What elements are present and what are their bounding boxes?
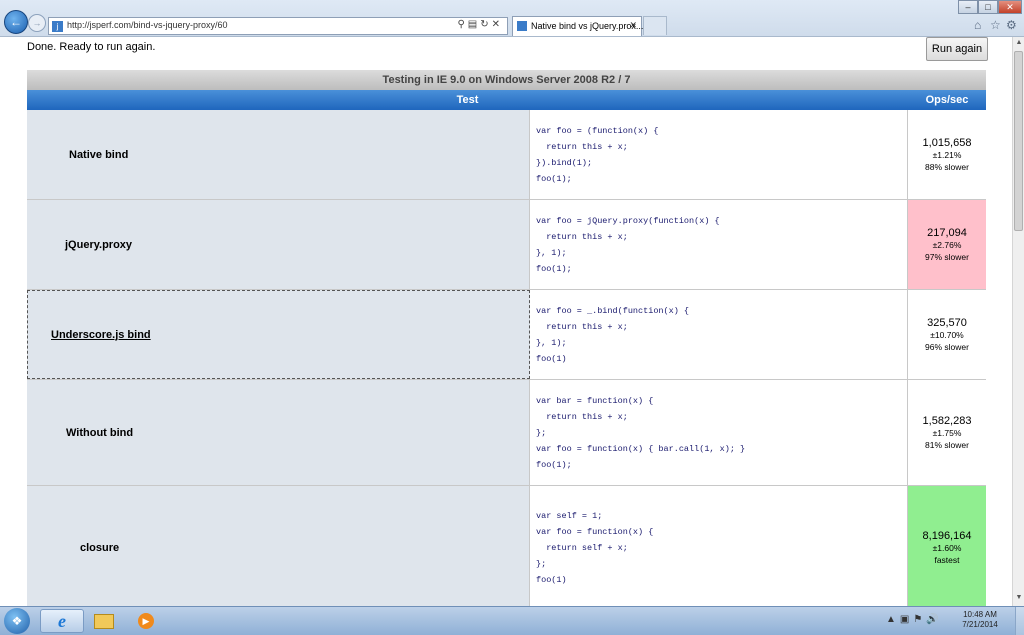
back-icon: ← (10, 15, 22, 29)
address-bar[interactable]: j http://jsperf.com/bind-vs-jquery-proxy… (48, 17, 508, 35)
windows-logo-icon: ❖ (11, 614, 23, 628)
ops-value: 1,582,283 (922, 414, 972, 427)
taskbar-explorer-button[interactable] (82, 609, 126, 633)
ops-relative: 88% slower (925, 161, 969, 172)
results-caption: Testing in IE 9.0 on Windows Server 2008… (27, 70, 986, 90)
gear-icon[interactable]: ⚙ (1006, 18, 1017, 32)
run-again-button[interactable]: Run again (926, 37, 988, 61)
column-header-ops: Ops/sec (925, 94, 969, 106)
table-row: closure var self = 1; var foo = function(… (27, 486, 986, 606)
ops-error: ±1.75% (932, 427, 962, 438)
test-title-cell: closure (27, 486, 530, 606)
media-player-icon: ▶ (138, 613, 154, 629)
start-button[interactable]: ❖ (4, 608, 30, 634)
test-code: var foo = jQuery.proxy(function(x) { ret… (536, 215, 720, 274)
test-code-cell: var foo = (function(x) { return this + x… (530, 110, 908, 199)
taskbar: ❖ e ▶ ▲▣⚑🔊 10:48 AM 7/21/2014 (0, 606, 1024, 635)
vertical-scrollbar[interactable]: ▲ ▼ (1012, 37, 1024, 606)
site-favicon: j (52, 21, 63, 32)
system-tray[interactable]: ▲▣⚑🔊 (886, 614, 943, 625)
stop-icon[interactable]: ✕ (492, 19, 503, 30)
ops-cell: 1,582,283 ±1.75% 81% slower (908, 380, 986, 485)
back-button[interactable]: ← (4, 10, 28, 34)
ops-relative: 81% slower (925, 439, 969, 450)
search-icon[interactable]: ⚲ (457, 19, 467, 30)
address-tools[interactable]: ⚲▤↻✕ (457, 19, 503, 30)
browser-tab[interactable]: Native bind vs jQuery.prox... ✕ (512, 16, 644, 36)
forward-icon: → (32, 18, 42, 28)
taskbar-clock[interactable]: 10:48 AM 7/21/2014 (950, 610, 1010, 630)
taskbar-media-button[interactable]: ▶ (124, 609, 168, 633)
table-row: jQuery.proxy var foo = jQuery.proxy(func… (27, 200, 986, 290)
ops-error: ±10.70% (930, 329, 964, 340)
clock-time: 10:48 AM (963, 610, 997, 619)
scroll-up-icon[interactable]: ▲ (1014, 39, 1024, 49)
test-code-cell: var foo = _.bind(function(x) { return th… (530, 290, 908, 379)
test-code: var bar = function(x) { return this + x;… (536, 395, 746, 470)
clock-date: 7/21/2014 (962, 620, 998, 629)
test-title[interactable]: Native bind (69, 149, 128, 161)
close-tab-icon[interactable]: ✕ (629, 20, 637, 31)
test-code-cell: var bar = function(x) { return this + x;… (530, 380, 908, 485)
ops-cell: 325,570 ±10.70% 96% slower (908, 290, 986, 379)
ops-value: 325,570 (927, 316, 967, 329)
maximize-button[interactable]: □ (978, 0, 998, 14)
test-title-link[interactable]: Underscore.js bind (51, 329, 151, 341)
ops-cell: 217,094 ±2.76% 97% slower (908, 200, 986, 289)
ops-error: ±1.21% (932, 149, 962, 160)
new-tab-button[interactable] (643, 16, 667, 35)
test-title[interactable]: closure (80, 542, 119, 554)
ops-cell: 1,015,658 ±1.21% 88% slower (908, 110, 986, 199)
ops-error: ±2.76% (932, 239, 962, 250)
test-title[interactable]: Without bind (66, 427, 133, 439)
tab-title: Native bind vs jQuery.prox... (531, 21, 644, 31)
ops-relative: 97% slower (925, 251, 969, 262)
test-title[interactable]: jQuery.proxy (65, 239, 132, 251)
ops-relative: fastest (934, 555, 960, 565)
scroll-thumb[interactable] (1014, 51, 1023, 231)
status-text: Done. Ready to run again. (27, 41, 156, 53)
test-code: var foo = (function(x) { return this + x… (536, 125, 659, 184)
folder-icon (94, 613, 114, 629)
column-header-test: Test (456, 94, 479, 106)
tab-favicon (517, 21, 527, 31)
ops-value: 217,094 (927, 226, 967, 239)
test-title-cell: Underscore.js bind (27, 290, 530, 379)
scroll-down-icon[interactable]: ▼ (1014, 594, 1024, 604)
ops-relative: 96% slower (925, 341, 969, 352)
test-title-cell: Native bind (27, 110, 530, 199)
home-icon[interactable]: ⌂ (974, 18, 981, 32)
refresh-icon[interactable]: ↻ (480, 19, 491, 30)
ops-value: 8,196,164 (922, 530, 972, 542)
table-row: Underscore.js bind var foo = _.bind(func… (27, 290, 986, 380)
address-url[interactable]: http://jsperf.com/bind-vs-jquery-proxy/6… (67, 20, 228, 30)
test-code: var foo = _.bind(function(x) { return th… (536, 305, 690, 364)
test-code-cell: var foo = jQuery.proxy(function(x) { ret… (530, 200, 908, 289)
ie-icon: e (58, 610, 66, 631)
close-window-button[interactable]: ✕ (998, 0, 1022, 14)
test-code-cell: var self = 1; var foo = function(x) { ret… (530, 486, 908, 606)
minimize-button[interactable]: – (958, 0, 978, 14)
page-content: Done. Ready to run again. Run again Test… (0, 37, 1012, 606)
ops-cell: 8,196,164 ±1.60% fastest (908, 486, 986, 606)
test-code: var self = 1; var foo = function(x) { ret… (536, 511, 654, 585)
show-desktop-button[interactable] (1015, 607, 1024, 635)
forward-button[interactable]: → (28, 14, 46, 32)
ops-error: ±1.60% (932, 543, 962, 553)
compat-icon[interactable]: ▤ (468, 19, 480, 30)
taskbar-ie-button[interactable]: e (40, 609, 84, 633)
test-title-cell: jQuery.proxy (27, 200, 530, 289)
table-row: Native bind var foo = (function(x) { ret… (27, 110, 986, 200)
test-title-cell: Without bind (27, 380, 530, 485)
star-icon[interactable]: ☆ (990, 18, 1001, 32)
table-row: Without bind var bar = function(x) { ret… (27, 380, 986, 486)
table-header: Test Ops/sec (27, 90, 986, 110)
ops-value: 1,015,658 (922, 136, 972, 149)
browser-toolbar: ← → j http://jsperf.com/bind-vs-jquery-p… (0, 0, 1024, 37)
